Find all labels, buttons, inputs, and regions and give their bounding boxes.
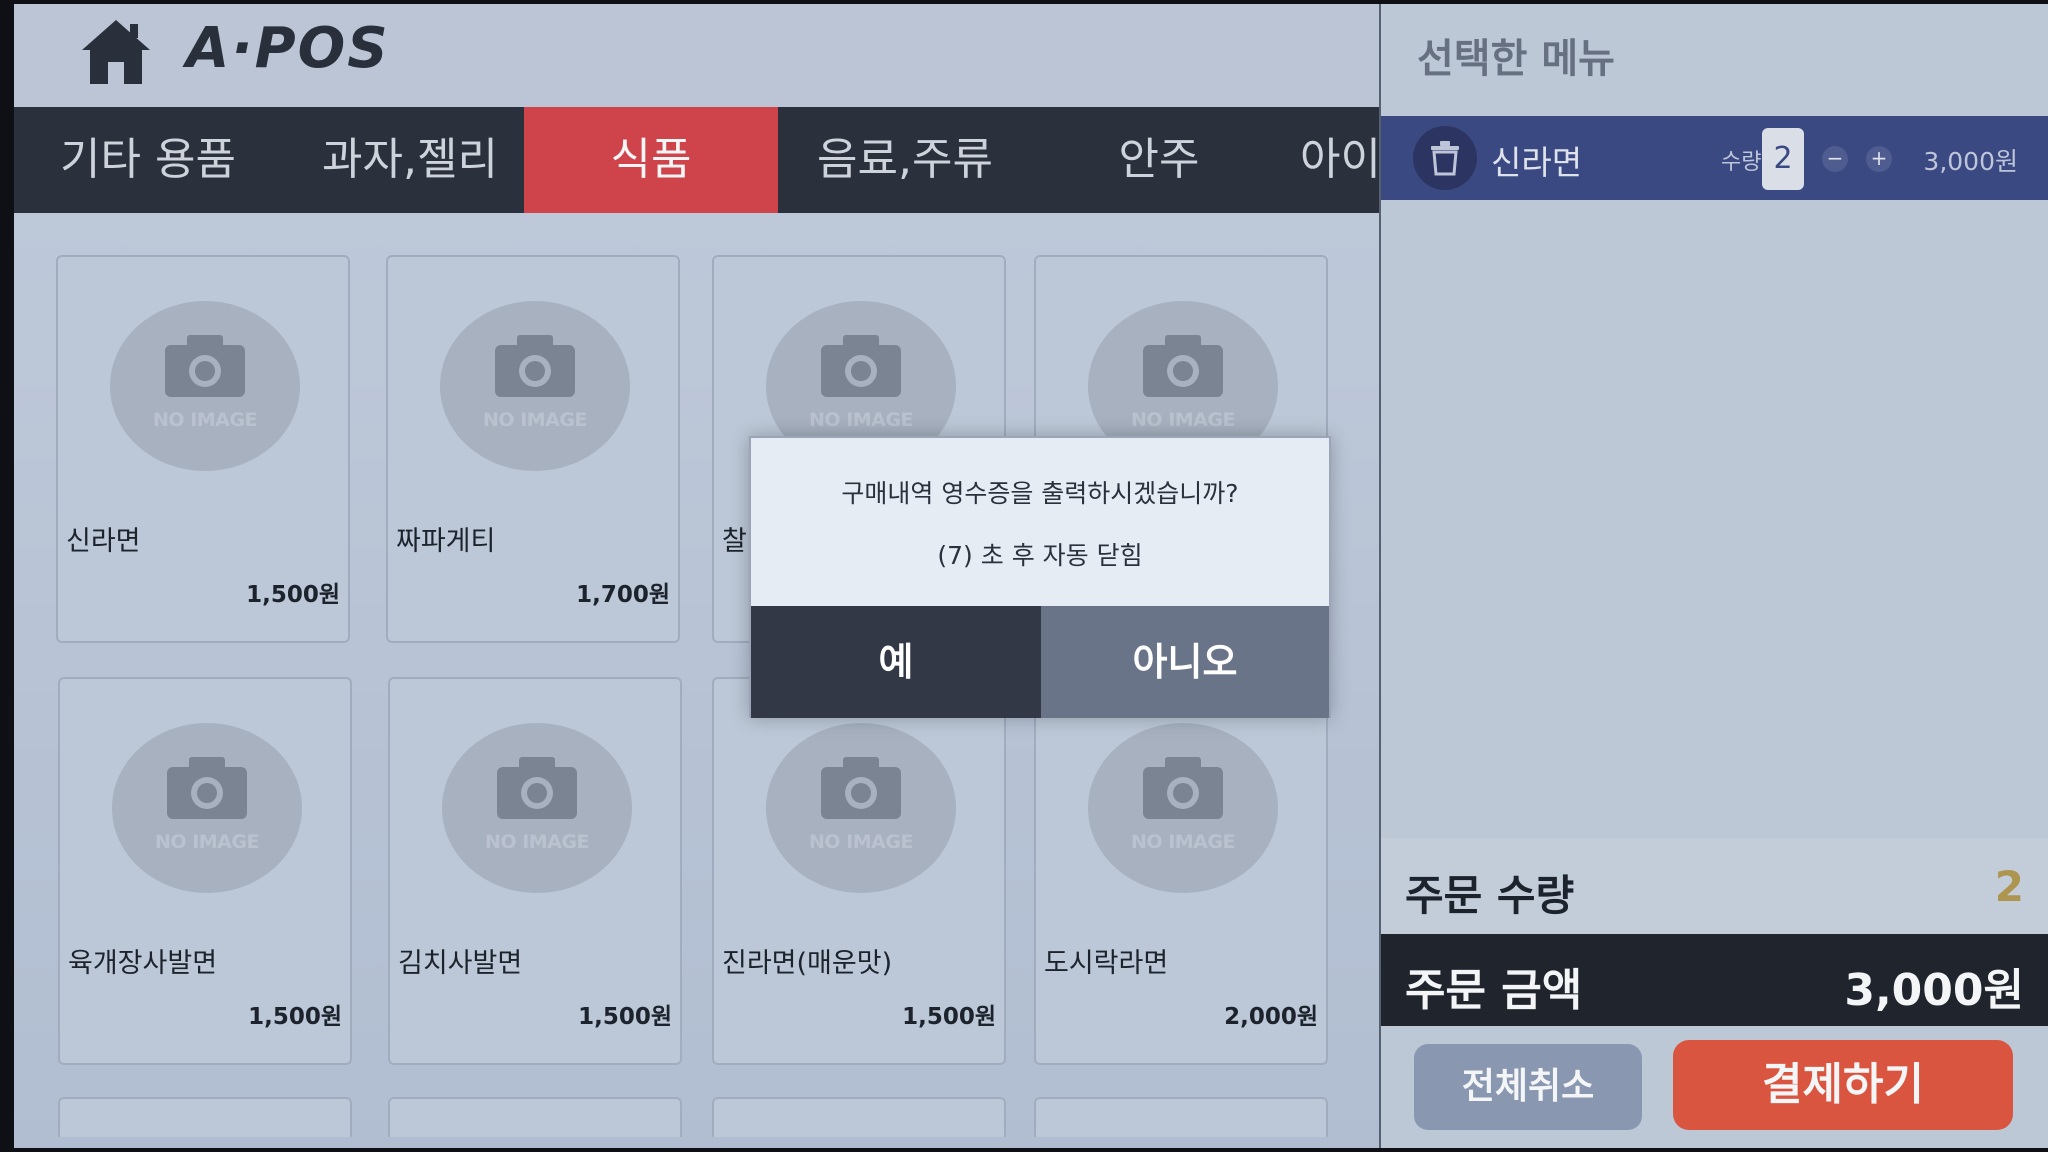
dialog-message: 구매내역 영수증을 출력하시겠습니까? [841,479,1239,508]
dialog-countdown: (7) 초 후 자동 닫힘 [937,541,1143,570]
receipt-dialog: 구매내역 영수증을 출력하시겠습니까? (7) 초 후 자동 닫힘 예 아니오 [749,436,1331,718]
no-button[interactable]: 아니오 [1041,606,1329,718]
yes-button[interactable]: 예 [751,606,1041,718]
